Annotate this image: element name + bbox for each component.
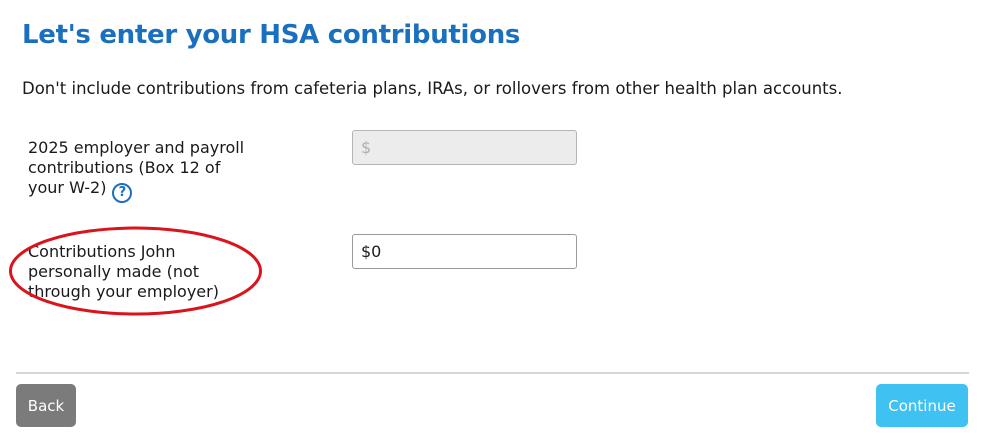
continue-button[interactable]: Continue [876, 384, 968, 427]
hsa-contributions-page: Let's enter your HSA contributions Don't… [0, 0, 985, 444]
footer-divider [16, 372, 969, 374]
question-circle-icon[interactable]: ? [112, 182, 133, 203]
page-instructions: Don't include contributions from cafeter… [22, 79, 843, 98]
back-button[interactable]: Back [16, 384, 76, 427]
page-title: Let's enter your HSA contributions [22, 20, 521, 50]
personal-contributions-input[interactable] [352, 234, 577, 269]
employer-contributions-label: 2025 employer and payroll contributions … [28, 138, 258, 203]
employer-contributions-input [352, 130, 577, 165]
red-ellipse-highlight [9, 226, 262, 316]
employer-contributions-label-text: 2025 employer and payroll contributions … [28, 138, 245, 197]
